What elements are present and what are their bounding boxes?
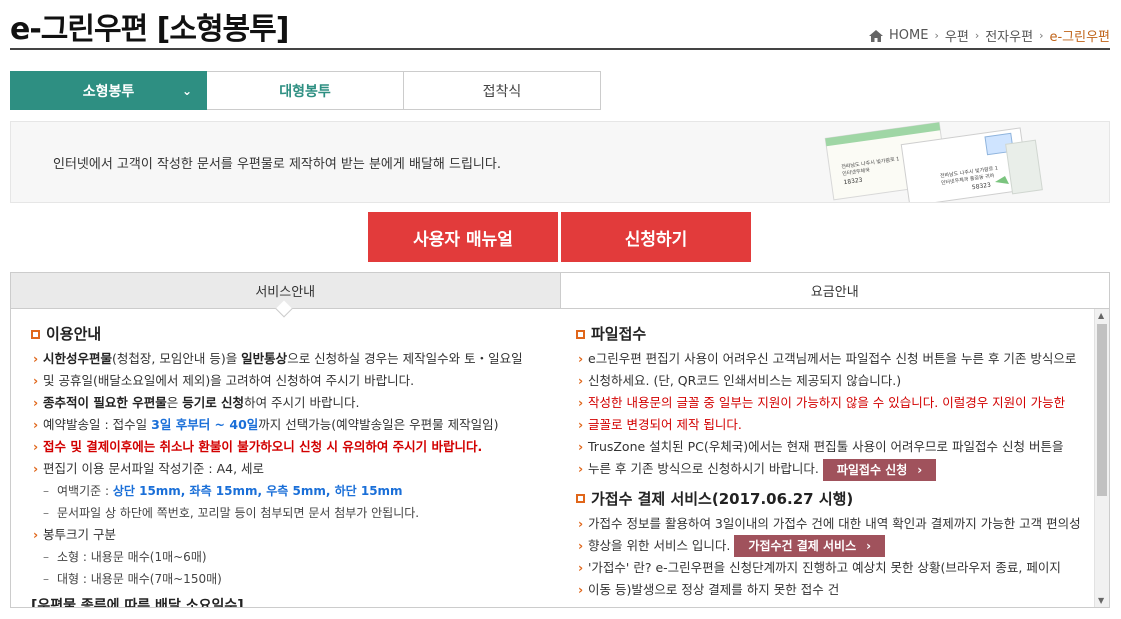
file-title-text: 파일접수 (591, 325, 647, 343)
usage-section-title: 이용안내 (31, 323, 551, 345)
text: 누른 후 기존 방식으로 신청하시기 바랍니다. (588, 461, 819, 476)
sub-item: 문서파일 상 하단에 쪽번호, 꼬리말 등이 첨부되면 문서 첨부가 안됩니다. (31, 502, 551, 524)
scrollbar-thumb[interactable] (1097, 324, 1107, 496)
active-tab-pointer (275, 300, 293, 318)
list-item-continued: 이동 등)발생으로 정상 결제를 하지 못한 접수 건 (576, 579, 1081, 601)
chevron-right-icon: › (934, 29, 939, 42)
button-label: 파일접수 신청 (836, 462, 908, 477)
list-item-continued: 글꼴로 변경되어 제작 됩니다. (576, 414, 1081, 436)
breadcrumb-current: e-그린우편 (1049, 30, 1110, 45)
breadcrumb: HOME › 우편 › 전자우편 › e-그린우편 (869, 26, 1110, 45)
pending-payment-button[interactable]: 가접수건 결제 서비스 › (734, 535, 886, 557)
button-label: 가접수건 결제 서비스 (748, 539, 857, 553)
service-banner: 인터넷에서 고객이 작성한 문서를 우편물로 제작하여 받는 분에게 배달해 드… (10, 121, 1110, 203)
emphasis: 상단 15mm, 좌측 15mm, 우측 5mm, 하단 15mm (112, 484, 403, 498)
list-item: '가접수' 란? e-그린우편을 신청단계까지 진행하고 예상치 못한 상황(브… (576, 557, 1081, 579)
content-scrollbar[interactable]: ▲ ▼ (1094, 309, 1109, 607)
scroll-up-icon[interactable]: ▲ (1098, 311, 1104, 320)
sub-item: 여백기준 : 상단 15mm, 좌측 15mm, 우측 5mm, 하단 15mm (31, 480, 551, 502)
list-item-continued: 신청하세요. (단, QR코드 인쇄서비스는 제공되지 않습니다.) (576, 370, 1081, 392)
text: 으로 신청하실 경우는 제작일수와 토・일요일 (287, 351, 523, 366)
list-item-warning: 접수 및 결제이후에는 취소나 환불이 불가하오니 신청 시 유의하여 주시기 … (31, 436, 551, 458)
content-tabs: 서비스안내 요금안내 (11, 273, 1109, 318)
tab-adhesive[interactable]: 접착식 (404, 71, 601, 110)
delivery-days-heading: [우편물 종류에 따른 배달 소요일수] (31, 598, 244, 608)
content-panel: 서비스안내 요금안내 이용안내 시한성우편물(청첩장, 모임안내 등)을 일반통… (10, 272, 1110, 608)
list-item: e그린우편 편집기 사용이 어려우신 고객님께서는 파일접수 신청 버튼을 누른… (576, 348, 1081, 370)
home-icon[interactable] (869, 29, 884, 42)
breadcrumb-epost[interactable]: 전자우편 (985, 26, 1033, 45)
usage-title-text: 이용안내 (46, 325, 102, 343)
list-item-notice: 작성한 내용문의 글꼴 중 일부는 지원이 가능하지 않을 수 있습니다. 이럴… (576, 392, 1081, 414)
chevron-down-icon: ⌄ (181, 84, 192, 98)
chevron-right-icon: › (1039, 29, 1044, 42)
text: 하여 주시기 바랍니다. (244, 395, 360, 410)
pay-title-text: 가접수 결제 서비스(2017.06.27 시행) (591, 489, 854, 508)
usage-guide-column: 이용안내 시한성우편물(청첩장, 모임안내 등)을 일반통상으로 신청하실 경우… (31, 323, 551, 590)
breadcrumb-home[interactable]: HOME (889, 28, 928, 43)
list-item: TrusZone 설치된 PC(우체국)에서는 현재 편집툴 사용이 어려우므로… (576, 436, 1081, 458)
tab-small-envelope[interactable]: 소형봉투 ⌄ (10, 71, 207, 110)
list-item: 봉투크기 구분 (31, 524, 551, 546)
chevron-right-icon: › (974, 29, 980, 42)
sub-item: 대형 : 내용문 매수(7매~150매) (31, 568, 551, 590)
list-item-continued: 향상을 위한 서비스 입니다. 가접수건 결제 서비스 › (576, 535, 1081, 557)
list-item: 편집기 이용 문서파일 작성기준 : A4, 세로 (31, 458, 551, 480)
envelope-illustration: 전라남도 나주시 빛가람로 1 인터넷우체국 18323 전라남도 나주시 빛가… (824, 122, 1043, 202)
tab-label: 소형봉투 (82, 83, 135, 100)
text: 향상을 위한 서비스 입니다. (588, 537, 731, 553)
title-divider (10, 48, 1110, 50)
text: (청첩장, 모임안내 등)을 (112, 351, 242, 366)
emphasis: 시한성우편물 (43, 351, 113, 366)
square-bullet-icon (576, 494, 585, 503)
emphasis: 3일 후부터 ~ 40일 (151, 417, 259, 432)
tab-fee-info[interactable]: 요금안내 (560, 273, 1109, 308)
file-submission-column: 파일접수 e그린우편 편집기 사용이 어려우신 고객님께서는 파일접수 신청 버… (576, 323, 1081, 601)
apply-button[interactable]: 신청하기 (561, 212, 751, 262)
tab-large-envelope[interactable]: 대형봉투 (207, 71, 404, 110)
emphasis: 종추적이 필요한 우편물 (43, 395, 167, 410)
square-bullet-icon (31, 329, 40, 339)
tab-service-info[interactable]: 서비스안내 (11, 273, 561, 318)
page-title: e-그린우편 [소형봉투] (10, 12, 289, 47)
list-item: 예약발송일 : 접수일 3일 후부터 ~ 40일까지 선택가능(예약발송일은 우… (31, 414, 551, 436)
envelope-type-tabs: 소형봉투 ⌄ 대형봉투 접착식 (10, 71, 601, 110)
emphasis: 등기로 신청 (182, 395, 245, 410)
scroll-down-icon[interactable]: ▼ (1098, 596, 1104, 605)
text: 예약발송일 : 접수일 (43, 417, 152, 432)
list-item: 가접수 정보를 활용하여 3일이내의 가접수 건에 대한 내역 확인과 결제까지… (576, 513, 1081, 535)
emphasis: 일반통상 (241, 351, 288, 366)
user-manual-button[interactable]: 사용자 매뉴얼 (368, 212, 558, 262)
tab-service-label: 서비스안내 (255, 285, 316, 300)
pay-section-title: 가접수 결제 서비스(2017.06.27 시행) (576, 488, 1081, 510)
sub-item: 소형 : 내용문 매수(1매~6매) (31, 546, 551, 568)
list-item: 종추적이 필요한 우편물은 등기로 신청하여 주시기 바랍니다. (31, 392, 551, 414)
chevron-right-icon: › (866, 539, 872, 553)
text: 까지 선택가능(예약발송일은 우편물 제작일임) (258, 417, 499, 432)
square-bullet-icon (576, 329, 585, 339)
list-item-continued: 누른 후 기존 방식으로 신청하시기 바랍니다. 파일접수 신청 › (576, 458, 1081, 481)
banner-text: 인터넷에서 고객이 작성한 문서를 우편물로 제작하여 받는 분에게 배달해 드… (53, 157, 501, 172)
text: 및 공휴일(배달소요일에서 제외)을 고려하여 신청하여 주시기 바랍니다. (43, 373, 415, 388)
file-section-title: 파일접수 (576, 323, 1081, 345)
text: 여백기준 : (57, 484, 113, 498)
chevron-right-icon: › (917, 462, 923, 477)
list-item-continued: 및 공휴일(배달소요일에서 제외)을 고려하여 신청하여 주시기 바랍니다. (31, 370, 551, 392)
breadcrumb-post[interactable]: 우편 (945, 26, 969, 45)
text: 은 (166, 395, 183, 410)
file-submission-button[interactable]: 파일접수 신청 › (822, 458, 937, 481)
list-item: 시한성우편물(청첩장, 모임안내 등)을 일반통상으로 신청하실 경우는 제작일… (31, 348, 551, 370)
